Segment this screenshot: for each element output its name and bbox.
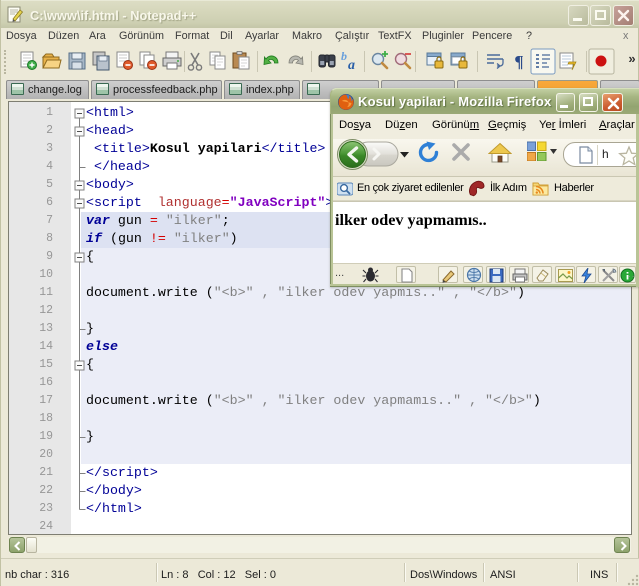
- svg-text:a: a: [348, 58, 355, 73]
- svg-text:b: b: [341, 49, 347, 63]
- svg-text:¶: ¶: [514, 52, 523, 71]
- svg-text:»: »: [628, 51, 635, 66]
